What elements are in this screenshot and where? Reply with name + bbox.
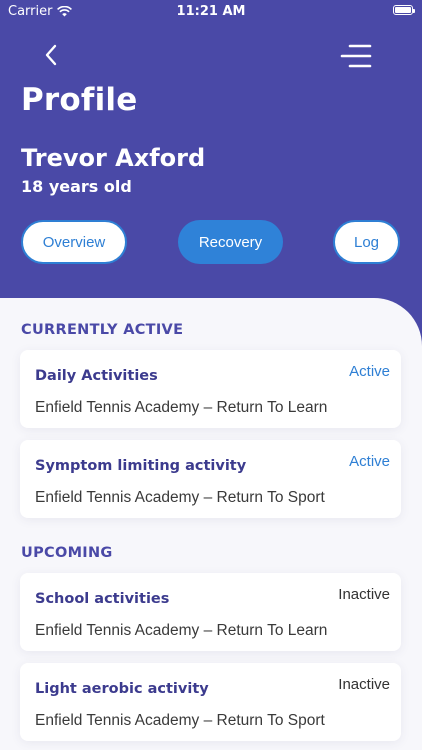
status-badge: Inactive — [338, 676, 390, 693]
menu-icon — [340, 44, 372, 68]
card-title: Daily Activities — [35, 368, 158, 384]
menu-button[interactable] — [340, 42, 372, 70]
section-title-upcoming: UPCOMING — [21, 545, 113, 561]
card-title: School activities — [35, 591, 170, 607]
tab-overview[interactable]: Overview — [21, 220, 127, 264]
recovery-card[interactable]: Daily Activities Enfield Tennis Academy … — [20, 350, 401, 428]
recovery-content: CURRENTLY ACTIVE Daily Activities Enfiel… — [0, 298, 422, 750]
recovery-card[interactable]: Light aerobic activity Enfield Tennis Ac… — [20, 663, 401, 741]
user-age: 18 years old — [21, 177, 132, 196]
recovery-card[interactable]: School activities Enfield Tennis Academy… — [20, 573, 401, 651]
page-title: Profile — [21, 82, 138, 118]
tab-log[interactable]: Log — [333, 220, 400, 264]
chevron-left-icon — [45, 44, 57, 66]
battery-icon — [393, 5, 415, 15]
card-subtitle: Enfield Tennis Academy – Return To Sport — [35, 489, 325, 506]
tab-recovery[interactable]: Recovery — [178, 220, 283, 264]
status-time: 11:21 AM — [176, 4, 246, 19]
user-name: Trevor Axford — [21, 144, 206, 172]
status-badge: Active — [349, 363, 390, 380]
card-subtitle: Enfield Tennis Academy – Return To Learn — [35, 622, 328, 639]
profile-screen: Carrier 11:21 AM Profile Trevor Axford 1… — [0, 0, 422, 750]
section-title-currently-active: CURRENTLY ACTIVE — [21, 322, 184, 338]
status-badge: Active — [349, 453, 390, 470]
recovery-card[interactable]: Symptom limiting activity Enfield Tennis… — [20, 440, 401, 518]
status-bar: Carrier 11:21 AM — [0, 0, 422, 24]
card-subtitle: Enfield Tennis Academy – Return To Sport — [35, 712, 325, 729]
back-button[interactable] — [36, 40, 66, 70]
card-subtitle: Enfield Tennis Academy – Return To Learn — [35, 399, 328, 416]
status-badge: Inactive — [338, 586, 390, 603]
card-title: Light aerobic activity — [35, 681, 209, 697]
card-title: Symptom limiting activity — [35, 458, 247, 474]
